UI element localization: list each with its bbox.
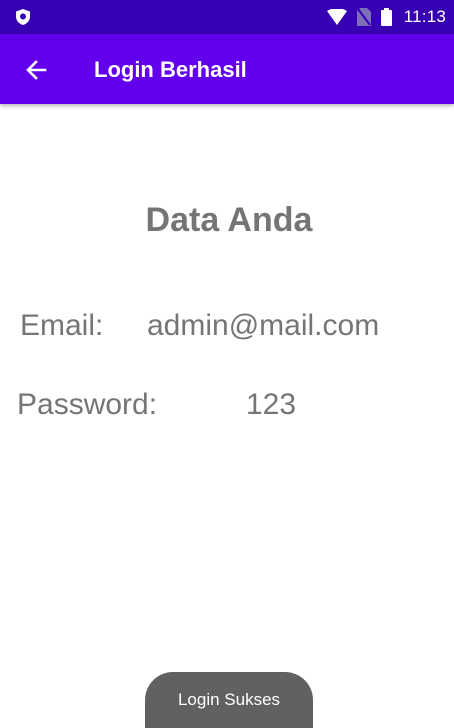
status-icons: 11:13 — [326, 0, 446, 34]
app-bar-title: Login Berhasil — [94, 57, 247, 82]
status-time: 11:13 — [403, 7, 446, 26]
no-sim-icon — [356, 8, 371, 26]
status-bar: 11:13 — [0, 0, 454, 34]
password-label: Password: — [17, 388, 158, 421]
page-heading: Data Anda — [145, 201, 313, 239]
email-value: admin@mail.com — [147, 309, 380, 342]
toast-message: Login Sukses — [145, 672, 313, 728]
app-bar: Login Berhasil — [0, 34, 454, 104]
password-value: 123 — [246, 388, 297, 421]
email-label: Email: — [20, 309, 104, 342]
wifi-icon — [326, 9, 347, 25]
back-button[interactable] — [16, 50, 56, 90]
arrow-back-icon — [26, 60, 47, 80]
shield-icon — [16, 9, 30, 25]
battery-icon — [380, 8, 392, 26]
